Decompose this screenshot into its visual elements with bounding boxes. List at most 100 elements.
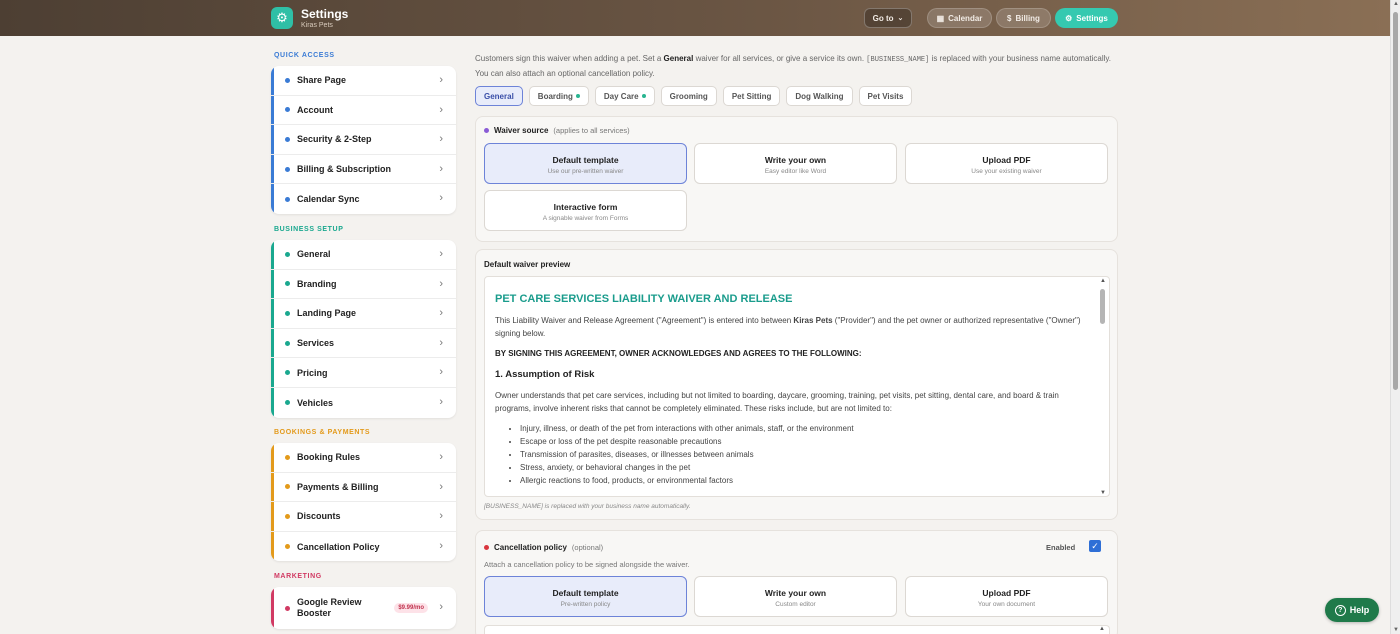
sidebar-item-calendar-sync[interactable]: Calendar Sync ›: [271, 184, 456, 214]
preview-scrollbar-thumb[interactable]: [1100, 289, 1105, 324]
cancel-option-upload-pdf[interactable]: Upload PDF Your own document: [905, 576, 1108, 617]
sidebar-item-vehicles[interactable]: Vehicles ›: [271, 388, 456, 418]
sidebar-item-services[interactable]: Services ›: [271, 329, 456, 359]
tab-label: General: [484, 91, 514, 101]
sidebar-item-payments-billing[interactable]: Payments & Billing ›: [271, 473, 456, 503]
sidebar-item-label: General: [297, 249, 331, 260]
sidebar-item-billing-subscription[interactable]: Billing & Subscription ›: [271, 155, 456, 185]
chevron-right-icon: ›: [439, 601, 443, 613]
chevron-right-icon: ›: [439, 103, 443, 116]
question-icon: ?: [1334, 604, 1346, 616]
help-label: Help: [1349, 605, 1370, 615]
sidebar-item-cancellation-policy[interactable]: Cancellation Policy ›: [271, 532, 456, 562]
service-tabs: General Boarding Day Care Grooming Pet S…: [475, 86, 913, 106]
bullet-dot: [285, 310, 290, 316]
dollar-icon: $: [1007, 13, 1012, 23]
section-bookings-payments: BOOKINGS & PAYMENTS: [274, 429, 371, 436]
preview-label: Default waiver preview: [484, 260, 571, 269]
settings-label: Settings: [1076, 13, 1108, 23]
bullet-dot: [285, 281, 290, 287]
chevron-right-icon: ›: [439, 395, 443, 408]
tab-label: Dog Walking: [795, 91, 844, 101]
bullet-dot: [285, 251, 290, 257]
section-quick-access: QUICK ACCESS: [274, 52, 335, 59]
cancellation-description: Attach a cancellation policy to be signe…: [484, 560, 690, 569]
marketing-group: Google Review Booster $9.99/mo ›: [271, 587, 456, 629]
tab-grooming[interactable]: Grooming: [660, 86, 717, 106]
enabled-checkbox[interactable]: ✓: [1089, 540, 1101, 552]
cancel-option-default-template[interactable]: Default template Pre-written policy: [484, 576, 687, 617]
quick-access-group: Share Page › Account › Security & 2-Step › …: [271, 66, 456, 214]
bullet-dot: [285, 400, 290, 406]
preview-footnote: [BUSINESS_NAME] is replaced with your bu…: [484, 503, 691, 510]
sidebar-item-branding[interactable]: Branding ›: [271, 270, 456, 300]
list-item: Transmission of parasites, diseases, or …: [520, 448, 1085, 461]
sidebar-item-label: Account: [297, 104, 333, 115]
bullet-dot: [285, 77, 290, 83]
check-icon: ✓: [1091, 540, 1099, 551]
tab-label: Pet Sitting: [731, 91, 772, 101]
scroll-up-arrow-icon[interactable]: ▲: [1392, 1, 1400, 7]
bullet-dot: [285, 484, 290, 490]
price-badge: $9.99/mo: [394, 603, 428, 613]
sidebar-item-landing-page[interactable]: Landing Page ›: [271, 299, 456, 329]
tab-label: Grooming: [669, 91, 708, 101]
chevron-right-icon: ›: [439, 162, 443, 175]
option-title: Write your own: [764, 155, 827, 165]
sidebar-item-account[interactable]: Account ›: [271, 96, 456, 126]
tab-general[interactable]: General: [475, 86, 523, 106]
scroll-up-arrow-icon[interactable]: ▲: [1099, 278, 1107, 284]
sidebar-item-label: Services: [297, 338, 335, 349]
chevron-right-icon: ›: [439, 192, 443, 205]
sidebar-item-booking-rules[interactable]: Booking Rules ›: [271, 443, 456, 473]
calendar-button[interactable]: ▦ Calendar: [927, 8, 992, 28]
custom-indicator-dot: [641, 94, 646, 98]
tab-dog-walking[interactable]: Dog Walking: [786, 86, 853, 106]
goto-dropdown[interactable]: Go to ⌄: [864, 8, 912, 28]
tab-day-care[interactable]: Day Care: [594, 86, 655, 106]
cancel-option-write-your-own[interactable]: Write your own Custom editor: [694, 576, 897, 617]
sidebar-item-share-page[interactable]: Share Page ›: [271, 66, 456, 96]
scroll-down-arrow-icon[interactable]: ▼: [1099, 490, 1107, 496]
sidebar-item-label: Google Review Booster: [297, 597, 362, 618]
sidebar-item-pricing[interactable]: Pricing ›: [271, 358, 456, 388]
page-scrollbar[interactable]: ▲ ▼: [1390, 0, 1400, 634]
document-intro-paragraph: This Liability Waiver and Release Agreem…: [495, 314, 1085, 340]
settings-button[interactable]: ⚙ Settings: [1055, 8, 1118, 28]
option-upload-pdf[interactable]: Upload PDF Use your existing waiver: [905, 143, 1108, 184]
business-name: Kiras Pets: [301, 22, 333, 29]
tab-pet-visits[interactable]: Pet Visits: [858, 86, 913, 106]
sidebar-item-security[interactable]: Security & 2-Step ›: [271, 125, 456, 155]
tab-boarding[interactable]: Boarding: [528, 86, 589, 106]
scrollbar-thumb[interactable]: [1393, 12, 1398, 390]
sidebar-item-google-review-booster[interactable]: Google Review Booster $9.99/mo ›: [271, 587, 456, 629]
preview-scrollbar[interactable]: ▲ ▼: [1099, 278, 1107, 496]
sidebar-item-label: Calendar Sync: [297, 194, 360, 205]
option-title: Default template: [552, 155, 619, 165]
sidebar-item-label: Payments & Billing: [297, 481, 379, 492]
bookings-payments-group: Booking Rules › Payments & Billing › Disco…: [271, 443, 456, 562]
option-subtitle: Easy editor like Word: [764, 168, 827, 175]
scroll-up-arrow-icon[interactable]: ▲: [1099, 626, 1105, 632]
billing-button[interactable]: $ Billing: [996, 8, 1051, 28]
chevron-right-icon: ›: [439, 74, 443, 86]
sidebar-item-discounts[interactable]: Discounts ›: [271, 502, 456, 532]
billing-label: Billing: [1015, 13, 1040, 23]
option-interactive-form[interactable]: Interactive form A signable waiver from F…: [484, 190, 687, 231]
scroll-down-arrow-icon[interactable]: ▼: [1392, 627, 1400, 633]
waiver-document-preview[interactable]: PET CARE SERVICES LIABILITY WAIVER AND R…: [484, 276, 1110, 497]
chevron-right-icon: ›: [439, 307, 443, 320]
option-write-your-own[interactable]: Write your own Easy editor like Word: [694, 143, 897, 184]
sidebar-item-label: Billing & Subscription: [297, 164, 391, 175]
business-name-bold: Kiras Pets: [793, 316, 833, 325]
help-button[interactable]: ? Help: [1325, 598, 1379, 622]
sidebar-item-label: Share Page: [297, 75, 347, 86]
chevron-right-icon: ›: [439, 366, 443, 379]
sidebar-item-label: Branding: [297, 278, 337, 289]
option-default-template[interactable]: Default template Use our pre-written waiv…: [484, 143, 687, 184]
option-subtitle: A signable waiver from Forms: [542, 215, 629, 222]
cancellation-note: (optional): [571, 543, 604, 552]
bullet-dot: [285, 196, 290, 202]
sidebar-item-general[interactable]: General ›: [271, 240, 456, 270]
tab-pet-sitting[interactable]: Pet Sitting: [722, 86, 781, 106]
